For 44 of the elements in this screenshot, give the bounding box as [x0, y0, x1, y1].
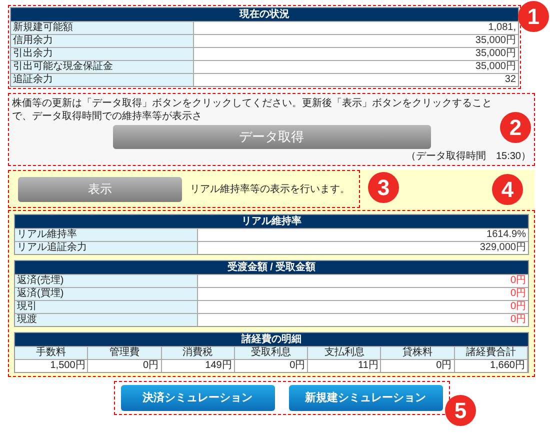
column-header: 管理費 [88, 346, 162, 359]
table-cell: 1614.9% [198, 229, 528, 241]
column-header: 消費税 [162, 346, 235, 359]
table-cell: リアル維持率 [15, 229, 198, 241]
fetch-time-text: （データ取得時間 15:30） [406, 150, 531, 164]
table-cell: 0円 [88, 359, 162, 372]
table-header: 諸経費の明細 [15, 333, 528, 346]
column-header: 手数料 [15, 346, 88, 359]
table-header: リアル維持率 [15, 215, 528, 228]
display-note: リアル維持率等の表示を行います。 [190, 182, 350, 196]
simulation-button[interactable]: 新規建シミュレーション [288, 385, 442, 411]
table-cell: 追証余力 [11, 74, 194, 86]
callout-badge: 5 [445, 395, 476, 426]
table-cell: 1,660円 [454, 359, 528, 372]
callout-badge: 1 [518, 1, 549, 32]
table-header: 受渡金額 / 受取金額 [15, 261, 528, 274]
table-cell: 引出可能な現金保証金 [11, 61, 194, 73]
table-cell: 引出余力 [11, 48, 194, 60]
table-cell: 329,000円 [198, 242, 528, 254]
table-header: 現在の状況 [11, 8, 518, 21]
table-cell: 11円 [308, 359, 382, 372]
display-button[interactable]: 表示 [18, 176, 182, 202]
table-cell: 1,500円 [15, 359, 88, 372]
table-cell: 返済(買埋) [15, 288, 198, 300]
table-cell: 新規建可能額 [11, 22, 194, 34]
fetch-data-button[interactable]: データ取得 [112, 125, 430, 149]
table-cell: 0円 [198, 275, 528, 287]
table-cell: 信用余力 [11, 35, 194, 47]
table-cell: 0円 [198, 301, 528, 313]
table-cell: 返済(売埋) [15, 275, 198, 287]
table-cell: 0円 [234, 359, 308, 372]
column-header: 諸経費合計 [454, 346, 528, 359]
table-cell: 現渡 [15, 314, 198, 326]
column-header: 貸株料 [381, 346, 455, 359]
table-cell: 0円 [198, 314, 528, 326]
table-cell: 0円 [198, 288, 528, 300]
column-header: 受取利息 [234, 346, 308, 359]
table-cell: リアル追証余力 [15, 242, 198, 254]
info-text: 株価等の更新は「データ取得」ボタンをクリックしてください。更新後「表示」ボタンをクリックすることで、データ取得時間での維持率等が表示さ [12, 97, 493, 123]
simulation-button[interactable]: 決済シミュレーション [120, 385, 274, 411]
column-header: 支払利息 [308, 346, 382, 359]
table-cell: 現引 [15, 301, 198, 313]
table-cell: 149円 [162, 359, 235, 372]
table-cell: 0円 [381, 359, 455, 372]
